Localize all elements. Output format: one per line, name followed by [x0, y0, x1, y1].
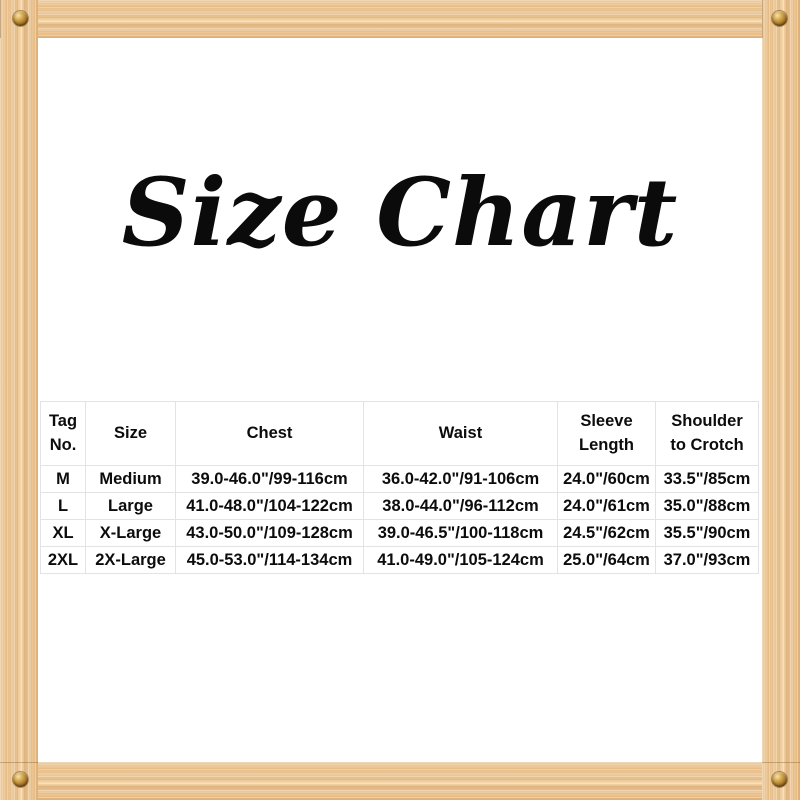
cell-size: Large [85, 492, 176, 520]
cell-chest: 41.0-48.0"/104-122cm [175, 492, 364, 520]
column-header-line-1: Chest [246, 423, 293, 442]
table-row: M Medium 39.0-46.0"/99-116cm 36.0-42.0"/… [40, 465, 759, 493]
corner-seam [0, 762, 38, 763]
column-header-line-2: Length [579, 435, 634, 454]
page-title: Size Chart [121, 158, 679, 268]
cell-tag-no: XL [40, 519, 86, 547]
cell-chest: 45.0-53.0"/114-134cm [175, 546, 364, 574]
column-header-line-1: Shoulder [671, 411, 743, 430]
cell-waist: 38.0-44.0"/96-112cm [363, 492, 558, 520]
size-chart-table: Tag No. Size Chest Waist Sleeve Length S… [40, 401, 759, 574]
corner-seam [762, 0, 763, 38]
column-header-shoulder-to-crotch: Shoulder to Crotch [655, 401, 759, 466]
column-header-line-1: Tag [48, 411, 78, 430]
frame-plank-left [0, 0, 38, 762]
column-header-sleeve-length: Sleeve Length [557, 401, 656, 466]
frame-plank-right [762, 0, 800, 762]
column-header-line-2: to Crotch [670, 435, 744, 454]
cell-waist: 41.0-49.0"/105-124cm [363, 546, 558, 574]
brass-screw-icon [772, 11, 787, 26]
column-header-chest: Chest [175, 401, 364, 466]
cell-sleeve-length: 24.5"/62cm [557, 519, 656, 547]
column-header-line-1: Size [113, 423, 148, 442]
frame-plank-bottom [0, 762, 762, 800]
column-header-line-2: No. [49, 435, 77, 454]
cell-size: X-Large [85, 519, 176, 547]
frame-plank-top [38, 0, 800, 38]
size-table-container: Tag No. Size Chest Waist Sleeve Length S… [40, 401, 759, 574]
cell-tag-no: 2XL [40, 546, 86, 574]
corner-seam [762, 762, 800, 763]
brass-screw-icon [772, 772, 787, 787]
cell-chest: 39.0-46.0"/99-116cm [175, 465, 364, 493]
column-header-size: Size [85, 401, 176, 466]
cell-shoulder-to-crotch: 35.0"/88cm [655, 492, 759, 520]
table-header-row: Tag No. Size Chest Waist Sleeve Length S… [40, 401, 759, 466]
cell-waist: 36.0-42.0"/91-106cm [363, 465, 558, 493]
cell-tag-no: M [40, 465, 86, 493]
cell-sleeve-length: 24.0"/61cm [557, 492, 656, 520]
cell-shoulder-to-crotch: 35.5"/90cm [655, 519, 759, 547]
cell-chest: 43.0-50.0"/109-128cm [175, 519, 364, 547]
brass-screw-icon [13, 772, 28, 787]
cell-size: Medium [85, 465, 176, 493]
size-chart-page: Size Chart Tag No. Size Chest Waist Slee… [0, 0, 800, 800]
table-row: XL X-Large 43.0-50.0"/109-128cm 39.0-46.… [40, 519, 759, 547]
chart-sheet: Size Chart Tag No. Size Chest Waist Slee… [38, 38, 762, 762]
cell-shoulder-to-crotch: 37.0"/93cm [655, 546, 759, 574]
column-header-waist: Waist [363, 401, 558, 466]
corner-seam [0, 0, 1, 38]
column-header-line-1: Sleeve [580, 411, 633, 430]
cell-size: 2X-Large [85, 546, 176, 574]
table-row: 2XL 2X-Large 45.0-53.0"/114-134cm 41.0-4… [40, 546, 759, 574]
table-row: L Large 41.0-48.0"/104-122cm 38.0-44.0"/… [40, 492, 759, 520]
cell-tag-no: L [40, 492, 86, 520]
brass-screw-icon [13, 11, 28, 26]
cell-waist: 39.0-46.5"/100-118cm [363, 519, 558, 547]
column-header-tag-no: Tag No. [40, 401, 86, 466]
cell-shoulder-to-crotch: 33.5"/85cm [655, 465, 759, 493]
cell-sleeve-length: 25.0"/64cm [557, 546, 656, 574]
column-header-line-1: Waist [438, 423, 483, 442]
cell-sleeve-length: 24.0"/60cm [557, 465, 656, 493]
